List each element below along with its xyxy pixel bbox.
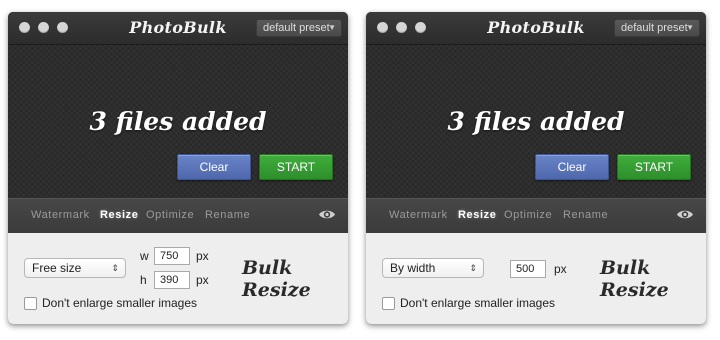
tab-watermark[interactable]: Watermark (31, 209, 90, 221)
tab-bar: Watermark Resize Optimize Rename (366, 198, 706, 234)
height-label: h (140, 273, 147, 287)
photobulk-window-left: PhotoBulk default preset ▼ 3 files added… (8, 12, 348, 324)
tab-resize[interactable]: Resize (100, 209, 138, 221)
start-button[interactable]: START (259, 154, 333, 180)
start-button[interactable]: START (617, 154, 691, 180)
dont-enlarge-label: Don't enlarge smaller images (42, 296, 198, 310)
resize-panel: Free size ⇕ w 750 px h 390 px Bulk Resiz… (8, 233, 348, 324)
preset-label: default preset (621, 22, 688, 34)
resize-mode-select[interactable]: Free size ⇕ (24, 258, 126, 278)
triangle-down-icon: ▼ (686, 23, 694, 32)
dont-enlarge-checkbox[interactable] (382, 296, 395, 310)
dont-enlarge-option[interactable]: Don't enlarge smaller images (24, 296, 197, 310)
updown-chevron-icon: ⇕ (469, 263, 477, 273)
resize-mode-select[interactable]: By width ⇕ (382, 258, 484, 278)
width-unit: px (554, 262, 567, 276)
triangle-down-icon: ▼ (328, 23, 336, 32)
tab-resize[interactable]: Resize (458, 209, 496, 221)
width-field[interactable]: 750 (154, 247, 190, 265)
photobulk-window-right: PhotoBulk default preset ▼ 3 files added… (366, 12, 706, 324)
eye-icon[interactable] (318, 208, 336, 221)
clear-button[interactable]: Clear (535, 154, 609, 180)
dont-enlarge-checkbox[interactable] (24, 296, 37, 310)
tab-optimize[interactable]: Optimize (146, 209, 194, 221)
clear-button[interactable]: Clear (177, 154, 251, 180)
dont-enlarge-option[interactable]: Don't enlarge smaller images (382, 296, 555, 310)
width-label: w (140, 249, 149, 263)
preset-label: default preset (263, 22, 330, 34)
tab-bar: Watermark Resize Optimize Rename (8, 198, 348, 234)
tab-optimize[interactable]: Optimize (504, 209, 552, 221)
height-field[interactable]: 390 (154, 271, 190, 289)
resize-mode-value: Free size (32, 261, 82, 275)
width-unit: px (196, 249, 209, 263)
updown-chevron-icon: ⇕ (111, 263, 119, 273)
preset-dropdown[interactable]: default preset ▼ (614, 19, 700, 37)
resize-mode-value: By width (390, 261, 436, 275)
panel-title: Bulk Resize (242, 257, 311, 301)
eye-icon[interactable] (676, 208, 694, 221)
height-unit: px (196, 273, 209, 287)
preset-dropdown[interactable]: default preset ▼ (256, 19, 342, 37)
title-bar: PhotoBulk default preset ▼ (366, 12, 706, 45)
files-added-label: 3 files added (447, 107, 625, 136)
files-added-label: 3 files added (89, 107, 267, 136)
resize-panel: By width ⇕ 500 px Bulk Resize Don't enla… (366, 233, 706, 324)
panel-title: Bulk Resize (600, 257, 669, 301)
tab-rename[interactable]: Rename (563, 209, 608, 221)
dont-enlarge-label: Don't enlarge smaller images (400, 296, 556, 310)
title-bar: PhotoBulk default preset ▼ (8, 12, 348, 45)
width-field[interactable]: 500 (510, 260, 546, 278)
tab-watermark[interactable]: Watermark (389, 209, 448, 221)
tab-rename[interactable]: Rename (205, 209, 250, 221)
